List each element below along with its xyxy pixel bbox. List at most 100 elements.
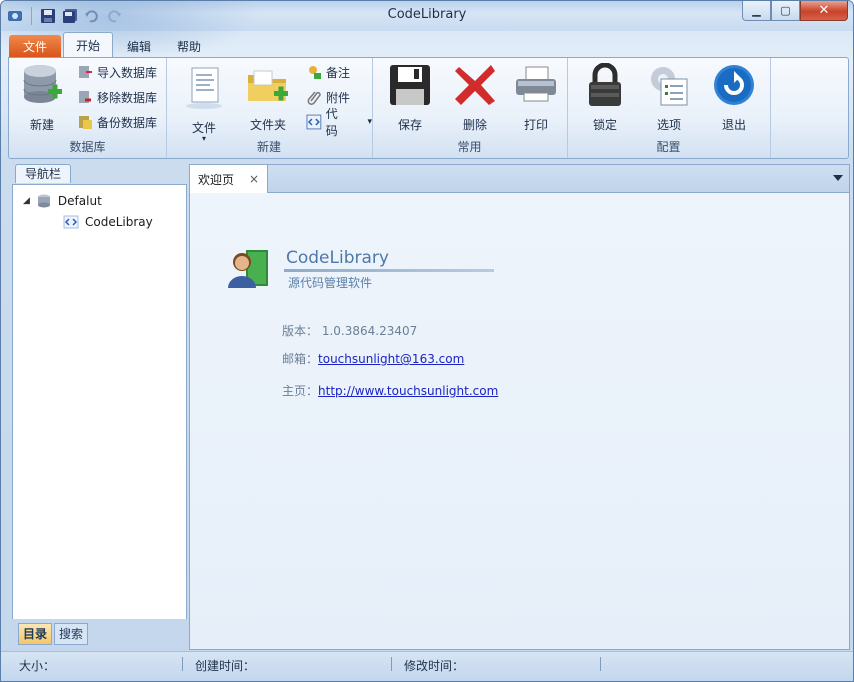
- options-gear-icon: [651, 67, 688, 106]
- tree-node-default[interactable]: ◢ Defalut: [23, 193, 102, 209]
- delete-button[interactable]: 删除: [447, 63, 503, 133]
- group-common: 保存 删除 打印 常用: [372, 58, 568, 158]
- lock-label: 锁定: [592, 118, 617, 132]
- tab-close-icon[interactable]: ×: [249, 172, 259, 186]
- group-database: 新建 导入数据库 移除数据库 备份数据库 数据库: [9, 58, 167, 158]
- status-separator: [600, 657, 601, 671]
- remove-database-button[interactable]: 移除数据库: [77, 87, 157, 107]
- version-row: 版本： 1.0.3864.23407: [282, 322, 417, 339]
- status-modified: 修改时间：: [404, 659, 465, 673]
- email-link[interactable]: touchsunlight@163.com: [318, 352, 464, 366]
- import-database-icon: [79, 66, 92, 78]
- code-node-icon: [63, 215, 79, 229]
- options-button[interactable]: 选项: [641, 63, 697, 133]
- database-node-icon: [37, 194, 50, 208]
- backup-database-icon: [79, 116, 92, 129]
- tab-help[interactable]: 帮助: [165, 35, 213, 57]
- version-label: 版本：: [282, 324, 319, 338]
- database-add-icon: [23, 65, 62, 103]
- print-button[interactable]: 打印: [508, 63, 564, 133]
- tree-node-default-label: Defalut: [57, 194, 102, 208]
- nav-bottom-tabs: 目录 搜索: [12, 619, 187, 647]
- floppy-disk-icon: [390, 65, 430, 105]
- tab-home[interactable]: 开始: [63, 32, 114, 57]
- tab-welcome[interactable]: 欢迎页 ×: [190, 165, 268, 193]
- new-folder-button[interactable]: 文件夹: [240, 63, 296, 133]
- backup-database-button[interactable]: 备份数据库: [77, 112, 157, 132]
- paperclip-icon: [307, 91, 321, 105]
- document-tabs: 欢迎页 ×: [190, 165, 849, 193]
- tree-expand-icon[interactable]: ◢: [23, 196, 30, 206]
- close-button[interactable]: ✕: [800, 1, 848, 21]
- backup-database-label: 备份数据库: [97, 115, 158, 130]
- new-attachment-button[interactable]: 附件: [306, 87, 350, 107]
- group-config-label: 配置: [656, 140, 681, 154]
- version-value: 1.0.3864.23407: [321, 324, 418, 338]
- minimize-icon: ▁: [752, 4, 761, 17]
- maximize-button[interactable]: ▢: [771, 1, 800, 21]
- group-create-label: 新建: [256, 140, 281, 154]
- new-code-label: 代码: [325, 107, 338, 138]
- status-size: 大小：: [19, 659, 56, 673]
- homepage-label: 主页：: [282, 384, 319, 398]
- title-underline: [284, 269, 494, 272]
- status-bar: 大小： 创建时间： 修改时间：: [1, 651, 853, 681]
- options-label: 选项: [656, 118, 681, 132]
- app-name: CodeLibrary: [286, 248, 389, 268]
- new-code-button[interactable]: 代码 ▾: [306, 107, 372, 138]
- padlock-icon: [589, 62, 621, 106]
- new-database-button[interactable]: 新建: [14, 63, 70, 133]
- exit-label: 退出: [721, 118, 746, 132]
- folder-add-icon: [248, 70, 288, 101]
- window-title: CodeLibrary: [387, 7, 467, 22]
- email-label: 邮箱：: [282, 352, 319, 366]
- new-file-button[interactable]: 文件 ▾: [176, 66, 232, 143]
- new-note-button[interactable]: 备注: [306, 62, 350, 82]
- new-folder-label: 文件夹: [249, 118, 286, 132]
- nav-tree: ◢ Defalut CodeLibray: [12, 184, 187, 620]
- tab-directory[interactable]: 目录: [18, 623, 53, 645]
- maximize-icon: ▢: [780, 4, 791, 17]
- delete-x-icon: [455, 65, 495, 105]
- tab-welcome-label: 欢迎页: [198, 172, 235, 187]
- printer-icon: [516, 66, 556, 102]
- code-icon: [306, 114, 322, 130]
- new-attachment-label: 附件: [326, 90, 351, 105]
- remove-database-label: 移除数据库: [97, 90, 158, 105]
- group-create: 文件 ▾ 文件夹 备注 附件 代码 ▾ 新建: [166, 58, 373, 158]
- app-window: CodeLibrary ▁ ▢ ✕ 文件 开始 编辑 帮助 新建 导入数据库 移…: [0, 0, 854, 682]
- note-icon: [309, 66, 321, 79]
- tab-search[interactable]: 搜索: [54, 623, 89, 645]
- close-icon: ✕: [818, 3, 830, 18]
- welcome-page: CodeLibrary 源代码管理软件 版本： 1.0.3864.23407 邮…: [190, 193, 849, 649]
- minimize-button[interactable]: ▁: [742, 1, 771, 21]
- group-config: 锁定 选项 退出 配置: [567, 58, 771, 158]
- tabs-dropdown-icon[interactable]: [833, 175, 843, 181]
- status-separator: [391, 657, 392, 671]
- status-created: 创建时间：: [195, 659, 256, 673]
- group-common-label: 常用: [457, 140, 482, 154]
- user-book-icon: [228, 250, 268, 288]
- app-description: 源代码管理软件: [288, 276, 373, 290]
- nav-pane-title[interactable]: 导航栏: [15, 164, 71, 183]
- save-label: 保存: [397, 118, 422, 132]
- ribbon: 新建 导入数据库 移除数据库 备份数据库 数据库 文件 ▾ 文件夹 备注 附件 …: [8, 57, 849, 159]
- status-separator: [182, 657, 183, 671]
- tree-node-codelibray[interactable]: CodeLibray: [63, 214, 153, 230]
- title-bar: CodeLibrary ▁ ▢ ✕: [1, 1, 853, 61]
- document-icon: [186, 67, 222, 109]
- save-button[interactable]: 保存: [382, 63, 438, 133]
- tab-file[interactable]: 文件: [9, 35, 62, 57]
- lock-button[interactable]: 锁定: [577, 62, 633, 133]
- new-note-label: 备注: [326, 65, 351, 80]
- group-database-label: 数据库: [69, 140, 106, 154]
- homepage-link[interactable]: http://www.touchsunlight.com: [318, 384, 498, 398]
- tree-node-codelibray-label: CodeLibray: [85, 215, 153, 229]
- document-area: 欢迎页 × CodeLibrary 源代码管理软件 版本： 1.0.3864.2…: [189, 164, 850, 650]
- tab-edit[interactable]: 编辑: [115, 35, 163, 57]
- homepage-row: 主页：http://www.touchsunlight.com: [282, 382, 498, 399]
- delete-label: 删除: [462, 118, 487, 132]
- print-label: 打印: [523, 118, 548, 132]
- import-database-button[interactable]: 导入数据库: [77, 62, 157, 82]
- exit-button[interactable]: 退出: [706, 63, 762, 133]
